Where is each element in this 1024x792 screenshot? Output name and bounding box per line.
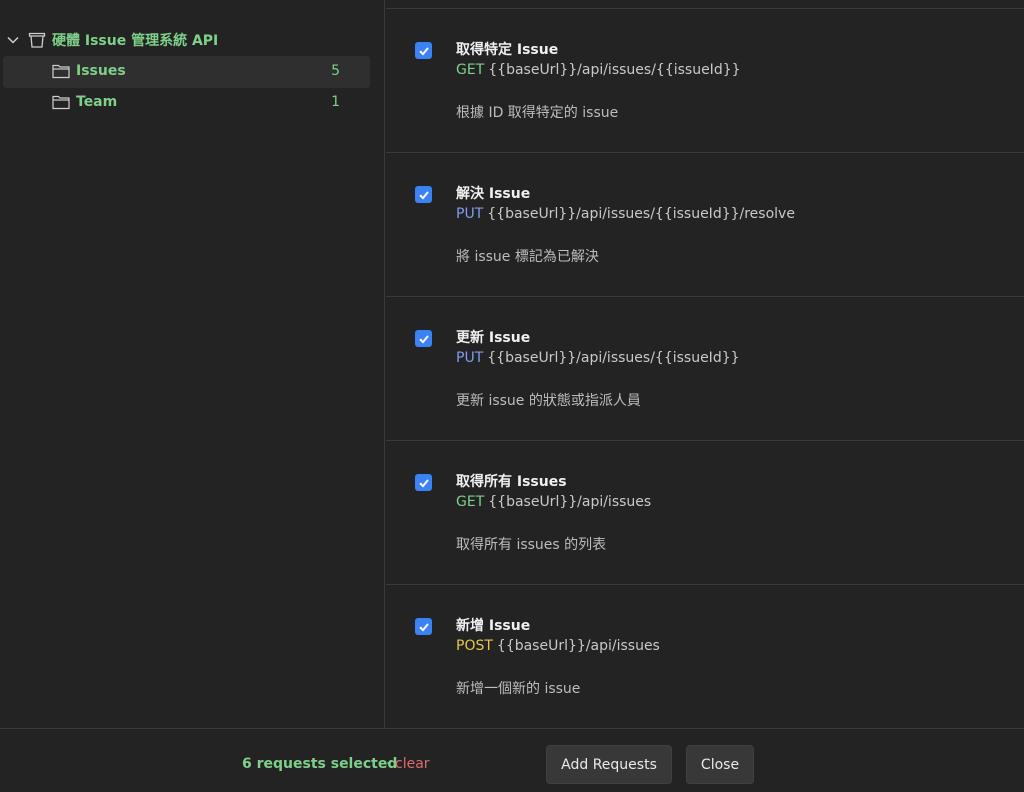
request-title: 新增 Issue (456, 618, 531, 634)
request-method: PUT (456, 206, 484, 222)
request-row[interactable]: 取得所有 Issues GET {{baseUrl}}/api/issues 取得… (386, 441, 1024, 585)
request-checkbox[interactable] (415, 618, 432, 635)
sidebar-item-issues[interactable]: Issues 5 (3, 56, 370, 88)
checkmark-icon (418, 46, 429, 55)
add-requests-button[interactable]: Add Requests (546, 745, 672, 784)
selection-count: 6 requests selected (242, 756, 398, 772)
folder-icon (52, 95, 70, 110)
collection-row[interactable]: 硬體 Issue 管理系統 API (0, 24, 385, 56)
request-row[interactable]: 取得特定 Issue GET {{baseUrl}}/api/issues/{{i… (386, 9, 1024, 153)
request-url: {{baseUrl}}/api/issues/{{issueId}} (487, 350, 740, 366)
dialog-footer: 6 requests selected · clear Add Requests… (0, 728, 1024, 792)
checkmark-icon (418, 334, 429, 343)
folder-label: Team (76, 94, 118, 110)
folder-count: 1 (331, 94, 340, 110)
request-row[interactable]: 解決 Issue PUT {{baseUrl}}/api/issues/{{iss… (386, 153, 1024, 297)
add-requests-dialog: 硬體 Issue 管理系統 API Issues 5 Team 1 取得特定 I… (0, 0, 1024, 792)
request-description: 更新 issue 的狀態或指派人員 (456, 393, 641, 409)
sidebar-item-team[interactable]: Team 1 (3, 87, 370, 119)
request-method: GET (456, 494, 485, 510)
separator-dot: · (386, 756, 391, 772)
folder-count: 5 (331, 63, 340, 79)
request-url: {{baseUrl}}/api/issues (496, 638, 660, 654)
request-list: 取得特定 Issue GET {{baseUrl}}/api/issues/{{i… (386, 8, 1024, 728)
chevron-down-icon[interactable] (6, 33, 20, 47)
collection-name: 硬體 Issue 管理系統 API (52, 33, 219, 49)
request-description: 取得所有 issues 的列表 (456, 537, 607, 553)
request-url-line: PUT {{baseUrl}}/api/issues/{{issueId}} (456, 350, 740, 366)
request-description: 根據 ID 取得特定的 issue (456, 105, 619, 121)
folder-label: Issues (76, 63, 126, 79)
checkmark-icon (418, 622, 429, 631)
request-title: 更新 Issue (456, 330, 531, 346)
request-title: 解決 Issue (456, 186, 531, 202)
request-description: 將 issue 標記為已解決 (456, 249, 599, 265)
request-checkbox[interactable] (415, 42, 432, 59)
request-method: PUT (456, 350, 484, 366)
collection-icon (28, 32, 46, 48)
request-checkbox[interactable] (415, 186, 432, 203)
request-row[interactable]: 新增 Issue POST {{baseUrl}}/api/issues 新增一個… (386, 585, 1024, 729)
close-button[interactable]: Close (686, 745, 754, 784)
clear-selection-link[interactable]: clear (395, 756, 430, 772)
checkmark-icon (418, 190, 429, 199)
request-checkbox[interactable] (415, 474, 432, 491)
request-checkbox[interactable] (415, 330, 432, 347)
request-title: 取得所有 Issues (456, 474, 567, 490)
request-url: {{baseUrl}}/api/issues/{{issueId}}/resol… (487, 206, 795, 222)
request-url-line: GET {{baseUrl}}/api/issues (456, 494, 651, 510)
request-url-line: GET {{baseUrl}}/api/issues/{{issueId}} (456, 62, 741, 78)
request-method: GET (456, 62, 485, 78)
request-url: {{baseUrl}}/api/issues/{{issueId}} (488, 62, 741, 78)
request-method: POST (456, 638, 493, 654)
request-url: {{baseUrl}}/api/issues (488, 494, 652, 510)
folder-icon (52, 64, 70, 79)
checkmark-icon (418, 478, 429, 487)
request-title: 取得特定 Issue (456, 42, 559, 58)
request-url-line: POST {{baseUrl}}/api/issues (456, 638, 660, 654)
collection-tree: 硬體 Issue 管理系統 API Issues 5 Team 1 (0, 0, 385, 728)
request-row[interactable]: 更新 Issue PUT {{baseUrl}}/api/issues/{{iss… (386, 297, 1024, 441)
request-description: 新增一個新的 issue (456, 681, 581, 697)
request-url-line: PUT {{baseUrl}}/api/issues/{{issueId}}/re… (456, 206, 795, 222)
